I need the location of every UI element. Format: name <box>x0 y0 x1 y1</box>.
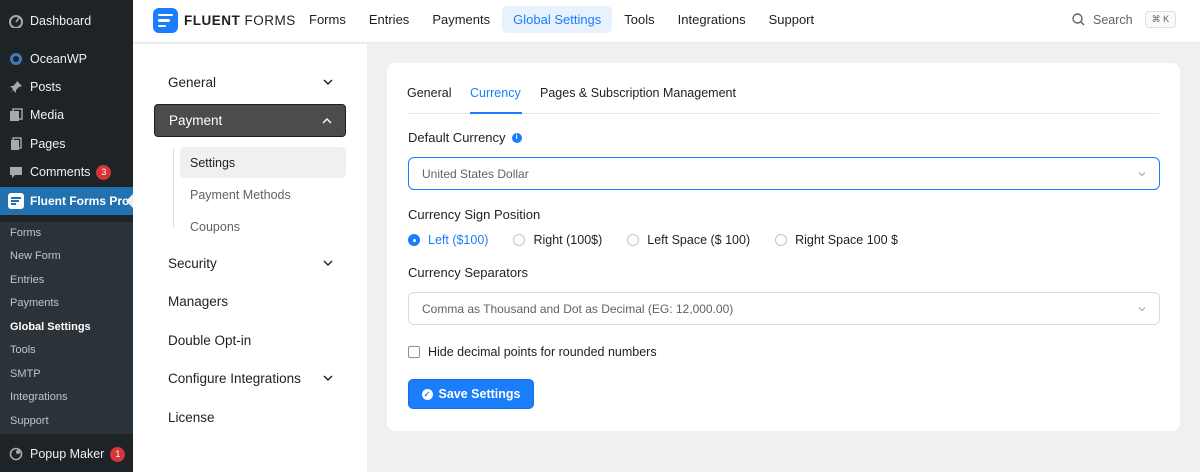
hide-decimal-option[interactable]: Hide decimal points for rounded numbers <box>408 345 657 359</box>
wp-menu-media[interactable]: Media <box>0 101 133 129</box>
menu-managers[interactable]: Managers <box>154 285 346 318</box>
menu-license[interactable]: License <box>154 401 346 434</box>
chevron-down-icon <box>323 260 333 266</box>
nav-entries[interactable]: Entries <box>358 6 420 33</box>
wp-sub-global-settings[interactable]: Global Settings <box>10 321 91 333</box>
fluent-forms-logo[interactable]: FLUENT FORMS <box>153 8 296 33</box>
main-nav: Forms Entries Payments Global Settings T… <box>298 6 826 33</box>
wp-submenu: Forms New Form Entries Payments Global S… <box>0 222 133 434</box>
radio-dot <box>627 234 640 246</box>
nav-global-settings[interactable]: Global Settings <box>502 6 613 33</box>
nav-tools[interactable]: Tools <box>613 6 665 33</box>
radio-dot <box>513 234 526 246</box>
menu-security[interactable]: Security <box>154 247 346 280</box>
comments-count-badge: 3 <box>96 164 112 180</box>
save-settings-button[interactable]: ✓ Save Settings <box>408 379 534 409</box>
wp-sub-new-form[interactable]: New Form <box>10 250 61 262</box>
radio-right-space[interactable]: Right Space 100 $ <box>775 233 898 247</box>
search-button[interactable]: Search ⌘ K <box>1072 11 1177 28</box>
sign-position-group: Left ($100) Right (100$) Left Space ($ 1… <box>408 233 923 247</box>
menu-payment[interactable]: Payment <box>154 104 346 137</box>
pages-icon <box>8 136 24 152</box>
radio-left[interactable]: Left ($100) <box>408 233 488 247</box>
menu-double-optin[interactable]: Double Opt-in <box>154 324 346 357</box>
settings-tabs: General Currency Pages & Subscription Ma… <box>407 77 1159 114</box>
popup-maker-badge: 1 <box>110 446 126 462</box>
pin-icon <box>8 79 24 95</box>
wp-menu-dashboard[interactable]: Dashboard <box>0 7 133 35</box>
currency-separators-select[interactable]: Comma as Thousand and Dot as Decimal (EG… <box>408 292 1160 325</box>
nav-integrations[interactable]: Integrations <box>667 6 757 33</box>
wp-menu-oceanwp[interactable]: OceanWP <box>0 45 133 73</box>
media-icon <box>8 107 24 123</box>
wp-menu-comments[interactable]: Comments 3 <box>0 158 133 186</box>
chevron-down-icon <box>1138 172 1146 177</box>
chevron-down-icon <box>323 375 333 381</box>
wp-sub-integrations[interactable]: Integrations <box>10 391 67 403</box>
wp-menu-fluent-forms-pro[interactable]: Fluent Forms Pro <box>0 187 133 215</box>
hide-decimal-checkbox[interactable] <box>408 346 420 358</box>
nav-support[interactable]: Support <box>758 6 826 33</box>
submenu-payment-methods[interactable]: Payment Methods <box>180 179 346 210</box>
wp-menu-pages[interactable]: Pages <box>0 130 133 158</box>
submenu-settings[interactable]: Settings <box>180 147 346 178</box>
menu-configure-integrations[interactable]: Configure Integrations <box>154 362 346 395</box>
tab-pages-subscription[interactable]: Pages & Subscription Management <box>540 86 736 100</box>
wp-menu-posts[interactable]: Posts <box>0 73 133 101</box>
nav-payments[interactable]: Payments <box>421 6 501 33</box>
submenu-line <box>173 148 174 228</box>
nav-forms[interactable]: Forms <box>298 6 357 33</box>
wp-menu-popup-maker[interactable]: Popup Maker 1 <box>0 440 133 468</box>
menu-general[interactable]: General <box>154 66 346 99</box>
info-icon[interactable]: i <box>511 132 522 143</box>
wp-sub-forms[interactable]: Forms <box>10 227 41 239</box>
settings-menu: General Payment Settings Payment Methods… <box>133 44 367 472</box>
chevron-down-icon <box>323 79 333 85</box>
radio-dot <box>775 234 788 246</box>
search-icon <box>1072 13 1085 26</box>
chevron-up-icon <box>322 118 332 124</box>
check-circle-icon: ✓ <box>421 388 433 400</box>
fluent-forms-logo-icon <box>153 8 178 33</box>
chevron-down-icon <box>1138 307 1146 312</box>
sign-position-label: Currency Sign Position <box>408 207 541 222</box>
wp-sub-smtp[interactable]: SMTP <box>10 368 41 380</box>
active-tab-indicator <box>470 112 522 114</box>
wp-sub-payments[interactable]: Payments <box>10 297 59 309</box>
default-currency-select[interactable]: United States Dollar <box>408 157 1160 190</box>
search-label: Search <box>1093 12 1133 27</box>
radio-left-space[interactable]: Left Space ($ 100) <box>627 233 750 247</box>
radio-right[interactable]: Right (100$) <box>513 233 602 247</box>
currency-settings-card: General Currency Pages & Subscription Ma… <box>387 63 1180 431</box>
radio-dot <box>408 234 420 246</box>
oceanwp-icon <box>8 51 24 67</box>
wp-admin-sidebar: Dashboard OceanWP Posts Media Pages Comm… <box>0 0 133 472</box>
default-currency-label: Default Currency i <box>408 130 522 145</box>
wp-sub-support[interactable]: Support <box>10 415 49 427</box>
submenu-coupons[interactable]: Coupons <box>180 211 346 242</box>
search-shortcut: ⌘ K <box>1144 11 1177 28</box>
popup-maker-icon <box>8 446 24 462</box>
tab-general[interactable]: General <box>407 86 451 100</box>
wp-sub-entries[interactable]: Entries <box>10 274 44 286</box>
tab-currency[interactable]: Currency <box>470 86 521 100</box>
top-header: FLUENT FORMS Forms Entries Payments Glob… <box>133 0 1200 43</box>
fluent-forms-icon <box>8 193 24 209</box>
separators-label: Currency Separators <box>408 265 528 280</box>
comment-icon <box>8 164 24 180</box>
dashboard-icon <box>8 13 24 29</box>
wp-sub-tools[interactable]: Tools <box>10 344 36 356</box>
